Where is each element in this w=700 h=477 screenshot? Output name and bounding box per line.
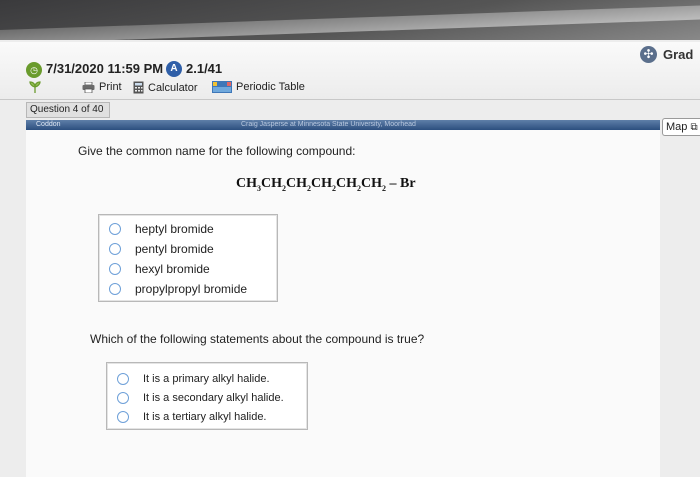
radio-button[interactable] xyxy=(117,410,129,423)
radio-button[interactable] xyxy=(109,243,121,255)
choice-label: heptyl bromide xyxy=(135,222,214,236)
choice-propylpropyl-bromide[interactable]: propylpropyl bromide xyxy=(99,279,277,299)
printer-icon xyxy=(82,81,95,93)
formula-ch: CH xyxy=(261,176,282,191)
grade-button[interactable]: ✣ Grad xyxy=(640,46,693,63)
map-label: Map xyxy=(666,121,688,133)
plant-icon xyxy=(29,81,41,93)
calculator-button[interactable]: Calculator xyxy=(133,81,198,94)
radio-button[interactable] xyxy=(117,372,129,385)
formula-ch: CH xyxy=(236,176,257,191)
radio-button[interactable] xyxy=(109,263,121,275)
attempt-badge-icon: A xyxy=(166,61,182,77)
formula-ch: CH xyxy=(336,176,357,191)
choice-tertiary[interactable]: It is a tertiary alkyl halide. xyxy=(107,407,307,426)
periodic-table-button[interactable]: Periodic Table xyxy=(212,81,305,93)
question-panel: Coddon Craig Jasperse at Minnesota State… xyxy=(26,120,660,477)
choice-secondary[interactable]: It is a secondary alkyl halide. xyxy=(107,388,307,407)
author-credit: Craig Jasperse at Minnesota State Univer… xyxy=(241,121,416,128)
question-1-prompt: Give the common name for the following c… xyxy=(78,144,356,158)
question-counter: Question 4 of 40 xyxy=(26,102,110,118)
radio-button[interactable] xyxy=(117,391,129,404)
choice-label: It is a primary alkyl halide. xyxy=(143,372,270,385)
formula-ch: CH xyxy=(311,176,332,191)
clock-icon: ◷ xyxy=(26,62,42,78)
external-link-icon: ⧉ xyxy=(690,122,698,133)
choice-label: propylpropyl bromide xyxy=(135,282,248,296)
choice-label: hexyl bromide xyxy=(135,262,210,276)
choice-label: It is a tertiary alkyl halide. xyxy=(143,410,267,423)
radio-button[interactable] xyxy=(109,223,121,235)
calculator-icon xyxy=(133,81,144,94)
question-tab-label: Coddon xyxy=(36,121,61,128)
map-button[interactable]: Map ⧉ xyxy=(662,118,700,136)
screen: ◷ 7/31/2020 11:59 PM A 2.1/41 Print Calc… xyxy=(0,40,700,477)
periodic-table-label: Periodic Table xyxy=(236,81,305,93)
choice-primary[interactable]: It is a primary alkyl halide. xyxy=(107,369,307,388)
radio-button[interactable] xyxy=(109,283,121,295)
print-label: Print xyxy=(99,81,122,93)
choice-hexyl-bromide[interactable]: hexyl bromide xyxy=(99,259,277,279)
periodic-table-icon xyxy=(212,81,232,93)
question-tab-strip: Coddon Craig Jasperse at Minnesota State… xyxy=(26,120,660,130)
formula-ch: CH xyxy=(361,176,382,191)
question-2-choices: It is a primary alkyl halide. It is a se… xyxy=(106,362,308,430)
question-2-prompt: Which of the following statements about … xyxy=(90,332,425,346)
chemical-formula: CH3CH2CH2CH2CH2CH2 – Br xyxy=(236,176,416,193)
choice-heptyl-bromide[interactable]: heptyl bromide xyxy=(99,219,277,239)
calculator-label: Calculator xyxy=(148,81,198,94)
grade-label: Grad xyxy=(663,47,694,62)
question-1-choices: heptyl bromide pentyl bromide hexyl brom… xyxy=(98,214,278,302)
grade-icon: ✣ xyxy=(640,46,657,63)
choice-pentyl-bromide[interactable]: pentyl bromide xyxy=(99,239,277,259)
assignment-header: ◷ 7/31/2020 11:59 PM A 2.1/41 Print Calc… xyxy=(0,42,700,100)
choice-label: pentyl bromide xyxy=(135,242,214,256)
formula-bromine: – Br xyxy=(386,176,416,191)
due-date: 7/31/2020 11:59 PM xyxy=(46,61,164,76)
formula-ch: CH xyxy=(286,176,307,191)
attempt-count: 2.1/41 xyxy=(186,61,223,76)
choice-label: It is a secondary alkyl halide. xyxy=(143,391,284,404)
print-button[interactable]: Print xyxy=(82,81,122,93)
